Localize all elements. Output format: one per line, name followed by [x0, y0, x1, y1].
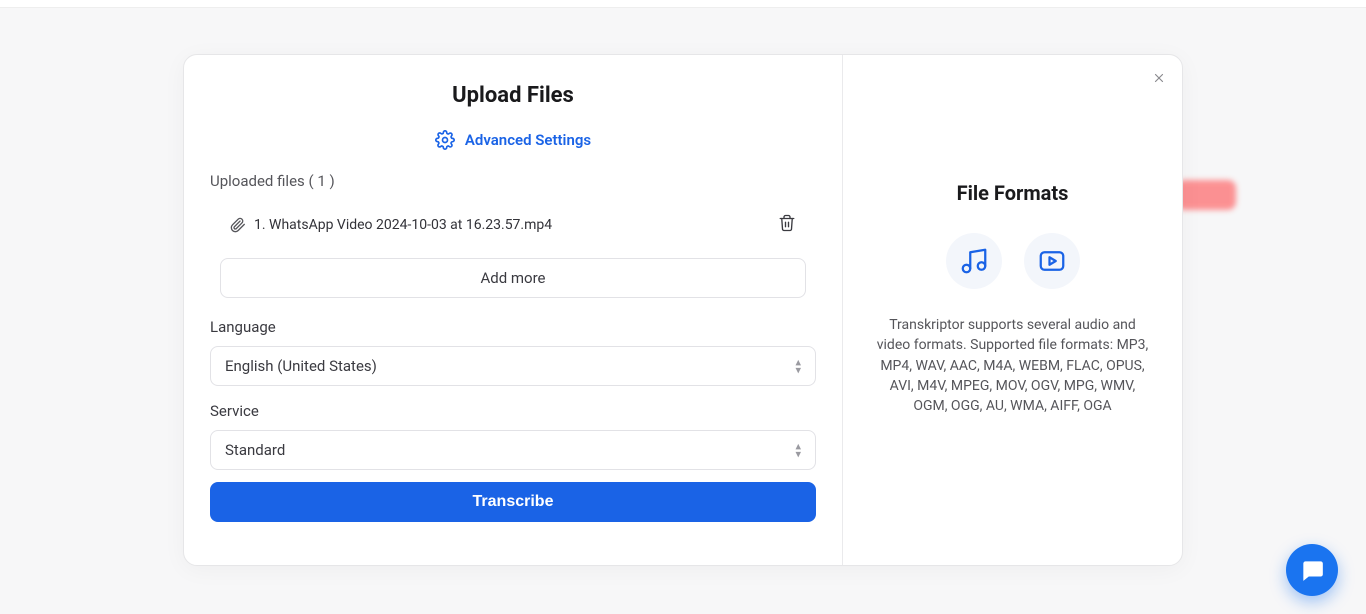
file-formats-title: File Formats: [867, 181, 1158, 205]
trash-icon: [778, 214, 796, 232]
service-label: Service: [210, 402, 816, 420]
add-more-label: Add more: [480, 269, 545, 287]
chevron-updown-icon: ▴▾: [795, 443, 801, 458]
file-formats-description: Transkriptor supports several audio and …: [867, 315, 1158, 416]
chat-icon: [1299, 557, 1325, 583]
close-button[interactable]: [1150, 69, 1168, 87]
delete-file-button[interactable]: [778, 214, 796, 236]
language-label: Language: [210, 318, 816, 336]
chat-widget-button[interactable]: [1286, 544, 1338, 596]
upload-modal: Upload Files Advanced Settings Uploaded …: [183, 54, 1183, 566]
advanced-settings-link[interactable]: Advanced Settings: [184, 130, 842, 150]
format-icons: [867, 233, 1158, 289]
language-select[interactable]: English (United States) ▴▾: [210, 346, 816, 386]
uploaded-files-label: Uploaded files ( 1 ): [210, 172, 816, 190]
add-more-button[interactable]: Add more: [220, 258, 806, 298]
close-icon: [1152, 71, 1166, 85]
video-icon: [1037, 246, 1067, 276]
video-format-icon-wrap: [1024, 233, 1080, 289]
transcribe-button[interactable]: Transcribe: [210, 482, 816, 522]
uploaded-file-row: 1. WhatsApp Video 2024-10-03 at 16.23.57…: [210, 206, 816, 244]
attachment-icon: [230, 217, 246, 233]
background-accent: [1176, 180, 1236, 210]
service-value: Standard: [225, 441, 285, 459]
service-select[interactable]: Standard ▴▾: [210, 430, 816, 470]
upload-content: Uploaded files ( 1 ) 1. WhatsApp Video 2…: [184, 172, 842, 522]
audio-format-icon-wrap: [946, 233, 1002, 289]
language-value: English (United States): [225, 357, 377, 375]
info-panel: File Formats Transkriptor supports sever…: [842, 55, 1182, 565]
modal-title: Upload Files: [184, 83, 842, 108]
audio-icon: [959, 246, 989, 276]
gear-icon: [435, 130, 455, 150]
advanced-settings-label: Advanced Settings: [465, 131, 591, 149]
upload-panel: Upload Files Advanced Settings Uploaded …: [184, 55, 842, 565]
chevron-updown-icon: ▴▾: [795, 359, 801, 374]
file-name: 1. WhatsApp Video 2024-10-03 at 16.23.57…: [254, 217, 552, 233]
topbar: [0, 0, 1366, 8]
file-info: 1. WhatsApp Video 2024-10-03 at 16.23.57…: [230, 217, 552, 233]
